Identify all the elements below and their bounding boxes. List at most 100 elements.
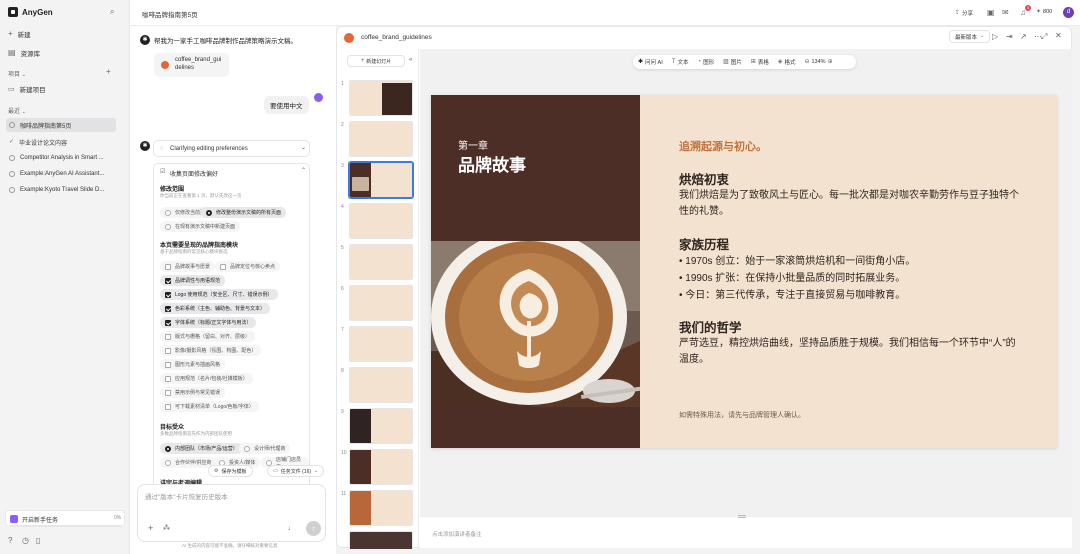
- newbie-task-card[interactable]: 开启新手任务 0%: [5, 510, 125, 527]
- q2-option[interactable]: 品牌调性与用语规范: [160, 275, 226, 286]
- export-icon[interactable]: ⇥: [1006, 33, 1013, 41]
- slide-thumbnail[interactable]: [349, 531, 413, 549]
- section-body: 我们烘焙是为了致敬风土与匠心。每一批次都是对咖农辛勤劳作与豆子独特个性的礼赞。: [679, 190, 1019, 217]
- editor-file-name: coffee_brand_guidelines: [361, 34, 432, 41]
- recent-item[interactable]: ✓ 毕业设计论文内容: [6, 135, 116, 149]
- format-button[interactable]: ◈ 格式: [778, 58, 796, 66]
- q2-option[interactable]: 品牌故事与愿景: [160, 261, 216, 272]
- slide-thumbnail[interactable]: [349, 203, 413, 239]
- mobile-icon[interactable]: ▯: [36, 537, 40, 545]
- recent-item[interactable]: 咖啡品牌指南第5页: [6, 118, 116, 132]
- step-header[interactable]: ◌ Clarifying editing preferences ⌄: [153, 140, 310, 157]
- radio: [165, 223, 171, 230]
- assets-link[interactable]: ▤ 资源库: [8, 48, 40, 59]
- play-icon[interactable]: ▷: [992, 33, 998, 41]
- help-icon[interactable]: ?: [8, 537, 12, 545]
- slide-title: 品牌故事: [458, 156, 526, 175]
- slide-thumbnail[interactable]: [349, 326, 413, 362]
- collapse-panel-icon[interactable]: «: [409, 57, 412, 63]
- expand-icon[interactable]: ⤢: [1041, 33, 1047, 41]
- search-icon[interactable]: ⌕: [110, 8, 114, 16]
- microphone-icon[interactable]: ♩: [288, 525, 295, 532]
- image-button[interactable]: ▨ 图片: [723, 58, 742, 66]
- q2-option[interactable]: 色彩系统（主色、辅助色、背景与文本）: [160, 303, 271, 314]
- brand[interactable]: AnyGen: [8, 7, 53, 17]
- text-button[interactable]: T 文本: [672, 58, 689, 66]
- new-slide-button[interactable]: + 新建幻灯片: [347, 55, 405, 67]
- user-avatar: [314, 93, 323, 102]
- slide-thumbnail[interactable]: [349, 285, 413, 321]
- zoom-control[interactable]: ⊖ 134% ⊕: [804, 59, 832, 65]
- file-icon: [344, 33, 354, 43]
- q3-option[interactable]: 合作伙伴/供应商: [160, 457, 217, 468]
- projects-section-label[interactable]: 项目 ⌄: [8, 69, 26, 78]
- slide-thumbnail[interactable]: [349, 244, 413, 280]
- doc-title[interactable]: 咖啡品牌指南第5页: [142, 9, 198, 19]
- q2-option[interactable]: 禁用示例与常见错误: [160, 387, 226, 398]
- sidebar: AnyGen ⌕ + 新建 ▤ 资源库 项目 ⌄ + ▭ 新建项目 最近 ⌄ 咖…: [0, 0, 130, 554]
- q2-option[interactable]: Logo 使用规范（安全区、尺寸、错误示例）: [160, 289, 278, 300]
- q2-option[interactable]: 版式与栅格（留白、对齐、层级）: [160, 331, 256, 342]
- slide-thumbnail-selected[interactable]: [348, 161, 414, 199]
- q3-option[interactable]: 设计师/代理商: [239, 443, 291, 454]
- ask-ai-button[interactable]: ✱ 问问 AI: [638, 58, 663, 66]
- ai-icon: ✱: [638, 59, 644, 65]
- check-icon: ✓: [9, 139, 15, 145]
- q2-option[interactable]: 字体系统（标题/正文字体与用法）: [160, 317, 257, 328]
- version-dropdown[interactable]: 最新版本 ⌄: [949, 30, 991, 43]
- credits-display[interactable]: ✦ 800: [1036, 9, 1052, 15]
- slide-thumbnail[interactable]: [349, 367, 413, 403]
- thumb-dark-panel: [350, 491, 371, 525]
- add-project-icon[interactable]: +: [106, 68, 111, 76]
- zoom-out-icon: ⊖: [804, 59, 810, 65]
- send-button[interactable]: ↑: [306, 521, 321, 536]
- recent-item[interactable]: Example:AnyGen AI Assistant...: [6, 167, 116, 181]
- radio-selected: [165, 445, 171, 452]
- recent-item[interactable]: Example:Kyoto Travel Slide D...: [6, 183, 116, 197]
- slide-thumbnail[interactable]: [349, 490, 413, 526]
- history-icon[interactable]: ◷: [22, 537, 29, 545]
- plus-icon[interactable]: +: [148, 524, 153, 533]
- mail-icon[interactable]: ✉: [1002, 9, 1009, 17]
- q1-subtitle: 你当前正在查看第 1 页，默认先改这一页: [160, 193, 242, 198]
- new-button[interactable]: + 新建: [8, 29, 31, 40]
- q2-option[interactable]: 应用规范（名片/包装/社媒模板）: [160, 373, 253, 384]
- slide-thumbnail[interactable]: [349, 121, 413, 157]
- q2-option[interactable]: 品牌定位与核心卖点: [215, 261, 281, 272]
- save-template-button[interactable]: ⚙ 保存为模板: [208, 465, 253, 477]
- recent-section-label[interactable]: 最近 ⌄: [8, 106, 26, 115]
- slide-thumbnail[interactable]: [349, 80, 413, 116]
- q2-option[interactable]: 图形元素与插画风格: [160, 359, 226, 370]
- drag-handle-icon[interactable]: [738, 515, 746, 518]
- chapter-label: 第一章: [458, 141, 488, 152]
- q1-option[interactable]: 在现有演示文稿中新建页面: [160, 221, 241, 232]
- attachment-card[interactable]: coffee_brand_guidelines: [154, 53, 229, 77]
- thumb-photo: [382, 83, 412, 115]
- download-icon[interactable]: ▣: [987, 9, 995, 17]
- slide-thumbnail[interactable]: [349, 408, 413, 444]
- notification-badge: 3: [1025, 5, 1031, 11]
- slide-canvas[interactable]: 第一章 品牌故事 追溯起源与初心。 烘焙初衷 我们烘焙是为了致敬风土与匠心。每一…: [431, 95, 1057, 448]
- new-project-item[interactable]: ▭ 新建项目: [8, 84, 46, 95]
- table-button[interactable]: ⊞ 表格: [751, 58, 769, 66]
- credit-icon: ✦: [1036, 9, 1042, 15]
- recent-item[interactable]: Competitor Analysis in Smart ...: [6, 151, 116, 165]
- share-icon[interactable]: ↗: [1020, 33, 1027, 41]
- user-avatar[interactable]: d: [1063, 7, 1074, 18]
- q3-option[interactable]: 内部团队（市场/产品/运营）: [160, 443, 243, 454]
- q2-option[interactable]: 可下载素材清单（Logo/色板/字体）: [160, 401, 259, 412]
- chat-input[interactable]: 通过"版本"卡片恢复历史版本 + ⁂ ♩ ↑: [137, 484, 326, 542]
- slide-thumbnail[interactable]: [349, 449, 413, 485]
- task-files-button[interactable]: ▭ 任务文件 (16) ⌄: [267, 465, 325, 477]
- shape-button[interactable]: ◔ 图形: [697, 58, 714, 66]
- preference-form: ☑ 收集页面修改偏好 ⌃ 修改范围 你当前正在查看第 1 页，默认先改这一页 仅…: [153, 163, 310, 490]
- checkbox: [220, 263, 226, 270]
- q1-option[interactable]: 修改整份演示文稿的所有页面: [201, 207, 287, 218]
- plus-icon: +: [8, 29, 13, 38]
- tools-icon[interactable]: ⁂: [163, 525, 170, 532]
- slide-number: 9: [341, 409, 344, 415]
- share-button[interactable]: ⇪ 分享: [955, 9, 973, 17]
- q2-option[interactable]: 影像/摄影风格（氛围、构图、配色）: [160, 345, 262, 356]
- close-icon[interactable]: ✕: [1055, 32, 1062, 40]
- speaker-notes[interactable]: 点击添加演讲者备注: [420, 515, 1072, 548]
